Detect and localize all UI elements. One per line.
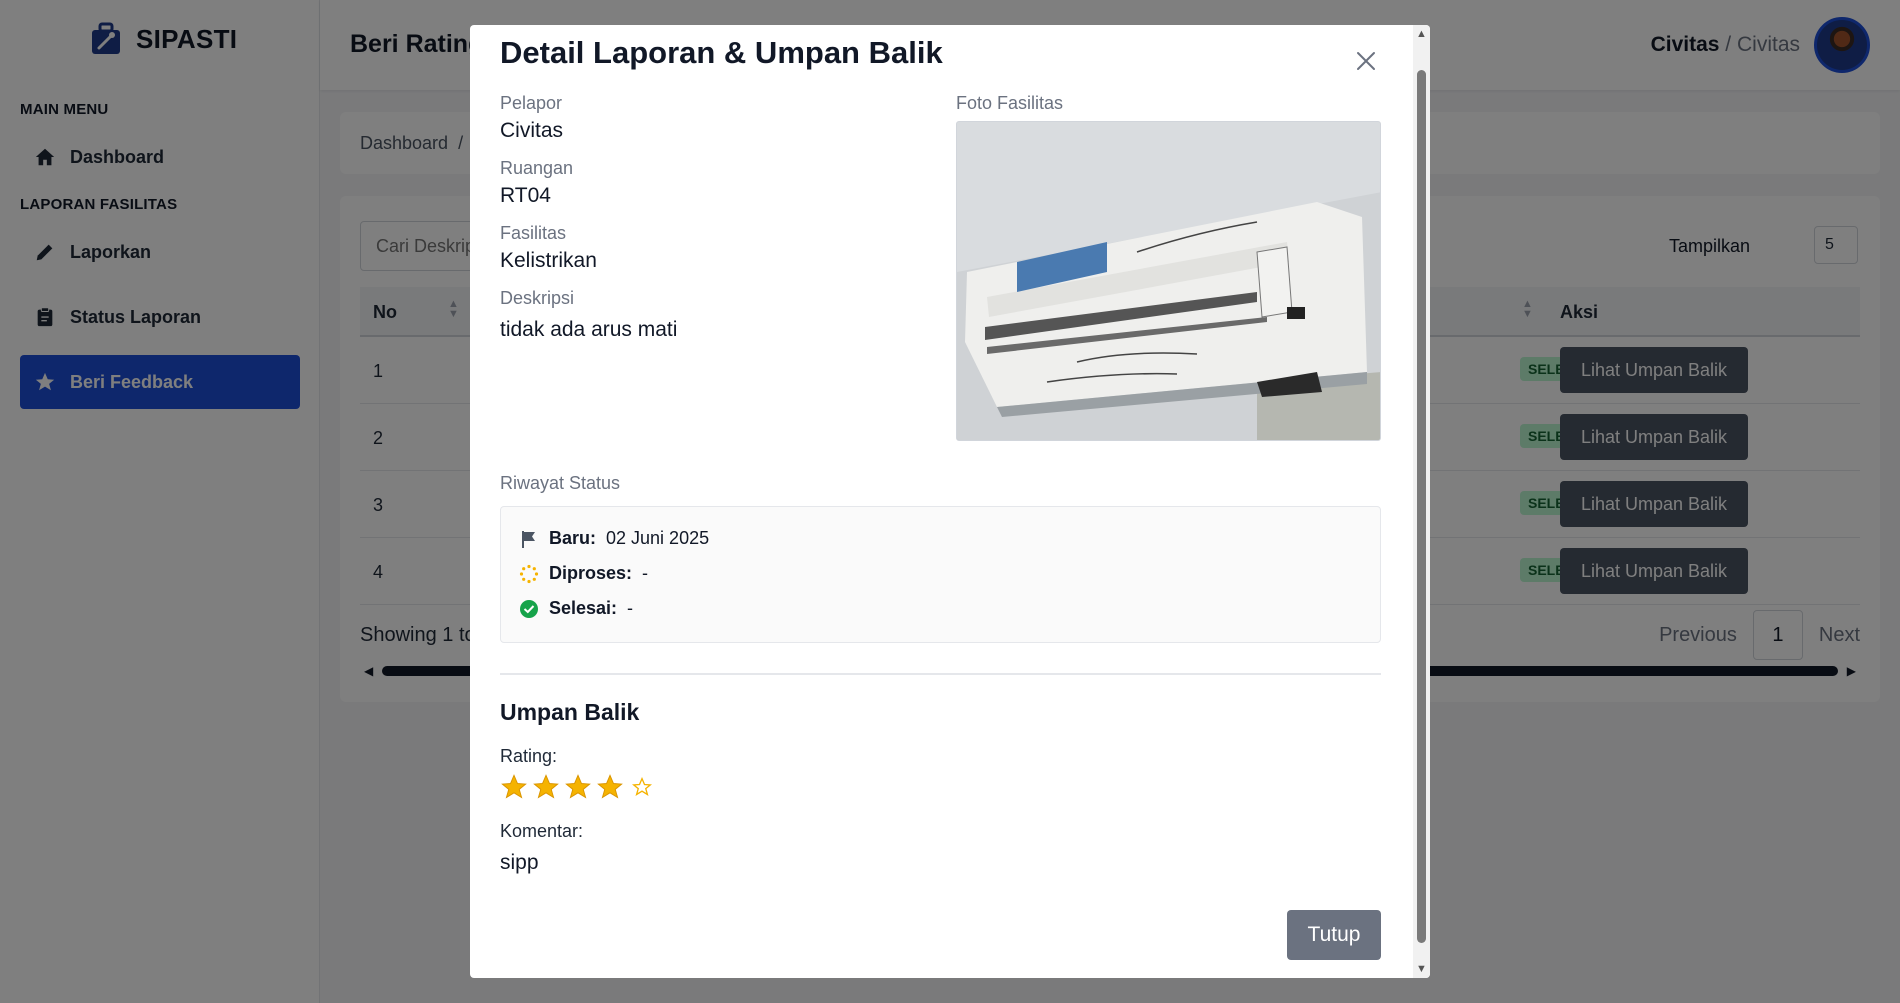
umpan-balik-title: Umpan Balik [500,699,640,725]
status-item-baru: Baru: 02 Juni 2025 [519,528,709,549]
facility-photo [956,121,1381,441]
scrollbar-thumb[interactable] [1417,70,1426,943]
ruangan-value: RT04 [500,184,551,207]
modal-title: Detail Laporan & Umpan Balik [500,35,943,70]
spinner-icon [519,564,539,583]
star-filled-icon [533,774,559,799]
komentar-label: Komentar: [500,821,584,841]
foto-label: Foto Fasilitas [956,93,1064,113]
rating-stars [500,773,652,801]
status-value: - [642,563,649,583]
status-key: Diproses: [549,563,633,583]
fasilitas-value: Kelistrikan [500,249,597,272]
status-key: Baru: [549,528,597,548]
fasilitas-label: Fasilitas [500,223,567,243]
pelapor-label: Pelapor [500,93,563,113]
star-empty-icon [632,777,652,796]
status-key: Selesai: [549,598,618,618]
deskripsi-value: tidak ada arus mati [500,318,678,341]
pelapor-value: Civitas [500,119,564,142]
scroll-down-icon[interactable]: ▼ [1416,963,1427,975]
close-button[interactable]: Tutup [1287,910,1381,960]
close-icon[interactable] [1348,43,1384,79]
star-filled-icon [565,774,591,799]
check-circle-icon [520,599,538,618]
status-item-selesai: Selesai: - [519,598,633,619]
section-divider [500,673,1381,675]
star-filled-icon [597,774,623,799]
komentar-value: sipp [500,851,539,874]
scroll-up-icon[interactable]: ▲ [1416,28,1427,40]
status-history: Baru: 02 Juni 2025 Diproses: - Selesai: … [500,506,1381,643]
report-detail-modal: Detail Laporan & Umpan Balik Pelapor Civ… [470,25,1430,978]
ruangan-label: Ruangan [500,158,574,178]
status-value: 02 Juni 2025 [606,528,710,548]
deskripsi-label: Deskripsi [500,288,575,308]
air-conditioner-photo [957,122,1380,440]
rating-label: Rating: [500,746,558,766]
status-value: - [627,598,634,618]
status-item-diproses: Diproses: - [519,563,648,584]
star-filled-icon [501,774,527,799]
flag-icon [522,530,535,548]
riwayat-status-label: Riwayat Status [500,473,621,493]
vertical-scrollbar[interactable]: ▲ ▼ [1413,25,1430,978]
